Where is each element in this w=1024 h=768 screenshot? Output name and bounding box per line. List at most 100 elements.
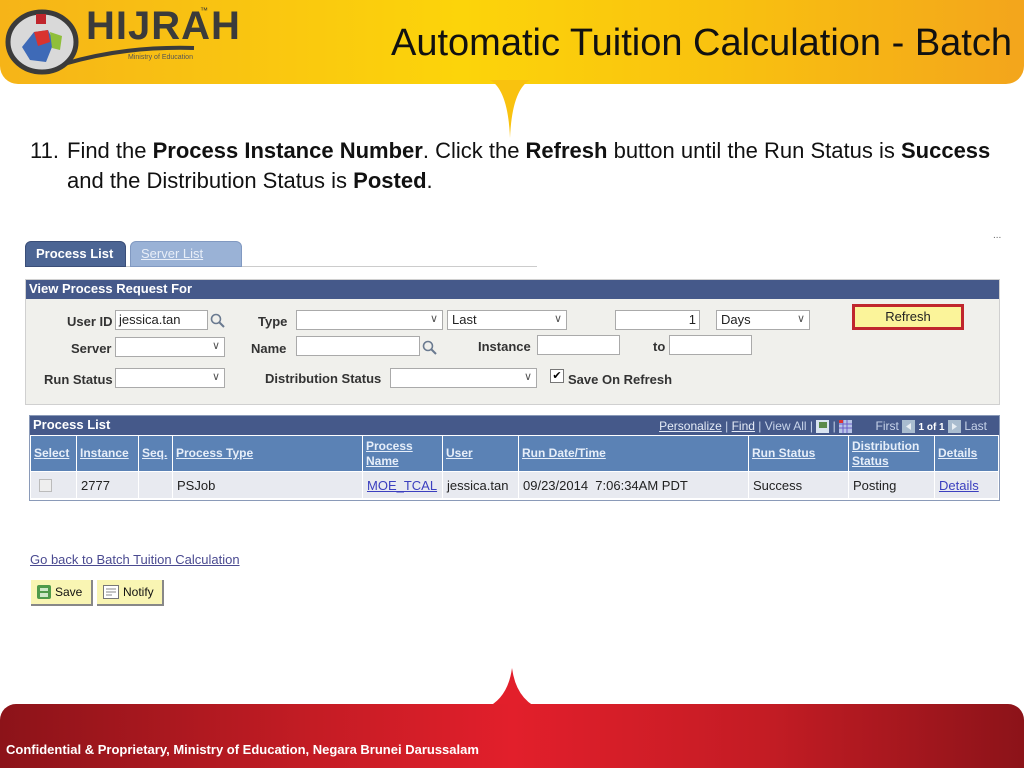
grid-header: Process List Personalize | Find | View A… bbox=[30, 416, 999, 435]
col-instance[interactable]: Instance bbox=[76, 435, 139, 472]
type-select[interactable]: ∨ bbox=[296, 310, 443, 330]
save-label: Save bbox=[55, 585, 83, 599]
col-user[interactable]: User bbox=[442, 435, 519, 472]
zoom-grid-icon[interactable] bbox=[816, 420, 830, 434]
view-all-link[interactable]: View All bbox=[765, 419, 807, 433]
distribution-status-label: Distribution Status bbox=[265, 371, 382, 386]
personalize-link[interactable]: Personalize bbox=[659, 419, 722, 433]
next-page-icon[interactable] bbox=[947, 420, 961, 434]
instruction-fragment: . Click the bbox=[422, 138, 526, 163]
col-process-type[interactable]: Process Type bbox=[172, 435, 363, 472]
slide-footer bbox=[0, 704, 1024, 768]
user-cell: jessica.tan bbox=[442, 471, 519, 499]
to-label: to bbox=[653, 339, 666, 354]
col-details[interactable]: Details bbox=[934, 435, 999, 472]
process-name-link[interactable]: MOE_TCAL bbox=[367, 478, 437, 493]
process-table: Select Instance Seq. Process Type Proces… bbox=[30, 435, 999, 499]
run-status-label: Run Status bbox=[44, 372, 113, 387]
table-row: 2777 PSJob MOE_TCAL jessica.tan 09/23/20… bbox=[30, 471, 999, 499]
col-select[interactable]: Select bbox=[30, 435, 77, 472]
more-options-icon[interactable]: ... bbox=[993, 230, 1001, 241]
process-type-cell: PSJob bbox=[172, 471, 363, 499]
col-distribution-status[interactable]: Distribution Status bbox=[848, 435, 935, 472]
hijrah-logo: HIJRAH ™ Ministry of Education bbox=[4, 2, 240, 80]
unit-value: Days bbox=[721, 312, 751, 327]
process-list-grid: Process List Personalize | Find | View A… bbox=[29, 415, 1000, 501]
instruction-fragment: . bbox=[426, 168, 433, 193]
instruction-fragment: Find the bbox=[67, 138, 153, 163]
trademark: ™ bbox=[200, 6, 208, 15]
first-link[interactable]: First bbox=[875, 419, 898, 433]
col-seq[interactable]: Seq. bbox=[138, 435, 173, 472]
user-id-input[interactable]: jessica.tan bbox=[115, 310, 208, 330]
count-input[interactable]: 1 bbox=[615, 310, 700, 330]
details-cell: Details bbox=[934, 471, 999, 499]
save-icon bbox=[37, 585, 51, 599]
server-select[interactable]: ∨ bbox=[115, 337, 225, 357]
download-excel-icon[interactable] bbox=[839, 420, 853, 434]
col-run-status[interactable]: Run Status bbox=[748, 435, 849, 472]
table-header-row: Select Instance Seq. Process Type Proces… bbox=[30, 435, 999, 472]
server-label: Server bbox=[71, 341, 112, 356]
instruction-fragment: and the Distribution Status is bbox=[67, 168, 354, 193]
instance-to-input[interactable] bbox=[669, 335, 752, 355]
find-link[interactable]: Find bbox=[732, 419, 755, 433]
name-lookup-icon[interactable] bbox=[422, 340, 438, 356]
instruction-emphasis: Process Instance Number bbox=[152, 138, 423, 163]
header-drop-decoration bbox=[490, 80, 530, 138]
tab-process-list[interactable]: Process List bbox=[25, 241, 126, 267]
name-label: Name bbox=[251, 341, 287, 356]
chevron-down-icon: ∨ bbox=[429, 313, 438, 325]
details-link[interactable]: Details bbox=[939, 478, 979, 493]
panel-heading: View Process Request For bbox=[26, 280, 999, 299]
col-process-name[interactable]: Process Name bbox=[362, 435, 443, 472]
notify-icon bbox=[103, 585, 119, 599]
logo-subtitle: Ministry of Education bbox=[128, 54, 193, 61]
seq-cell bbox=[138, 471, 173, 499]
instruction-emphasis: Success bbox=[900, 138, 991, 163]
grid-title: Process List bbox=[33, 417, 111, 432]
save-button[interactable]: Save bbox=[31, 580, 93, 606]
user-id-label: User ID bbox=[67, 314, 113, 329]
footer-confidential-text: Confidential & Proprietary, Ministry of … bbox=[6, 742, 479, 757]
instance-cell: 2777 bbox=[76, 471, 139, 499]
instance-from-input[interactable] bbox=[537, 335, 620, 355]
footer-drop-decoration bbox=[486, 668, 538, 708]
run-datetime-cell: 09/23/2014 7:06:34AM PDT bbox=[518, 471, 749, 499]
save-on-refresh-checkbox[interactable]: ✔ bbox=[550, 369, 564, 383]
unit-select[interactable]: Days ∨ bbox=[716, 310, 810, 330]
distribution-status-cell: Posting bbox=[848, 471, 935, 499]
notify-button[interactable]: Notify bbox=[97, 580, 164, 606]
chevron-down-icon: ∨ bbox=[523, 371, 532, 383]
row-select-checkbox[interactable] bbox=[39, 478, 52, 492]
run-status-select[interactable]: ∨ bbox=[115, 368, 225, 388]
grid-toolbar: Personalize | Find | View All | | First … bbox=[659, 419, 987, 434]
instance-label: Instance bbox=[478, 339, 531, 354]
previous-page-icon[interactable] bbox=[902, 420, 916, 434]
chevron-down-icon: ∨ bbox=[553, 313, 562, 325]
chevron-down-icon: ∨ bbox=[796, 313, 805, 325]
view-process-request-panel: View Process Request For User ID jessica… bbox=[25, 279, 1000, 405]
page-indicator: 1 of 1 bbox=[918, 422, 945, 433]
process-name-cell: MOE_TCAL bbox=[362, 471, 443, 499]
tab-server-list[interactable]: Server List bbox=[130, 241, 242, 267]
cable-swoosh-icon bbox=[64, 45, 195, 66]
period-select[interactable]: Last ∨ bbox=[447, 310, 567, 330]
select-cell bbox=[30, 471, 77, 499]
run-status-cell: Success bbox=[748, 471, 849, 499]
name-input[interactable] bbox=[296, 336, 420, 356]
back-to-batch-link[interactable]: Go back to Batch Tuition Calculation bbox=[30, 552, 240, 567]
page-title: Automatic Tuition Calculation - Batch bbox=[391, 22, 1012, 64]
instruction-text: Find the Process Instance Number. Click … bbox=[30, 136, 1010, 196]
last-link[interactable]: Last bbox=[964, 419, 987, 433]
distribution-status-select[interactable]: ∨ bbox=[390, 368, 537, 388]
user-id-lookup-icon[interactable] bbox=[210, 313, 226, 329]
instruction-emphasis: Posted bbox=[353, 168, 427, 193]
notify-label: Notify bbox=[123, 585, 154, 599]
col-run-datetime[interactable]: Run Date/Time bbox=[518, 435, 749, 472]
slide-header: HIJRAH ™ Ministry of Education Automatic… bbox=[0, 0, 1024, 84]
chevron-down-icon: ∨ bbox=[211, 340, 220, 352]
step-number: 11. bbox=[30, 138, 59, 163]
refresh-button[interactable]: Refresh bbox=[852, 304, 964, 330]
instruction-step: 11. Find the Process Instance Number. Cl… bbox=[30, 136, 1010, 196]
